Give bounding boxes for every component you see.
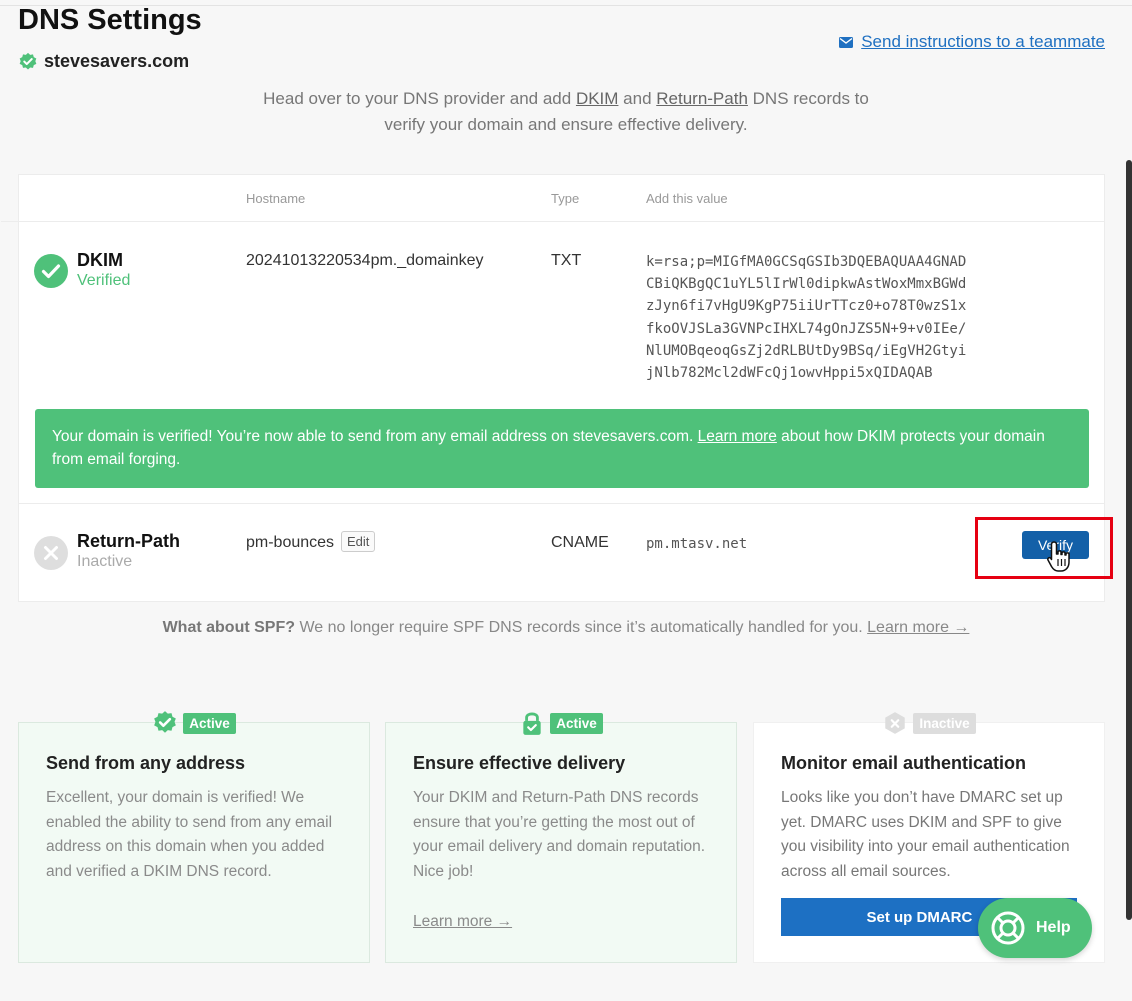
domain-name: stevesavers.com (44, 51, 190, 71)
scrollbar[interactable] (1126, 160, 1132, 920)
feature-text: Looks like you don’t have DMARC set up y… (781, 789, 1070, 880)
spf-learn-more-link[interactable]: Learn more → (867, 619, 969, 636)
dkim-status: Verified (77, 272, 131, 289)
feature-text: Your DKIM and Return-Path DNS records en… (413, 789, 706, 880)
active-badge: Active (550, 712, 603, 734)
feature-card-delivery: Active Ensure effective delivery Your DK… (385, 712, 737, 963)
banner-learn-more-link[interactable]: Learn more (698, 428, 777, 445)
verified-badge-icon (154, 711, 177, 733)
feature-card-send: Active Send from any address Excellent, … (18, 711, 370, 963)
return-path-link[interactable]: Return-Path (656, 89, 748, 108)
shield-x-icon (885, 712, 906, 734)
envelope-icon (839, 36, 854, 48)
verified-badge-icon (19, 52, 37, 69)
table-header: Hostname Type Add this value (19, 175, 1104, 222)
send-instructions-label: Send instructions to a teammate (861, 32, 1105, 51)
inactive-badge: Inactive (913, 712, 976, 734)
active-badge: Active (183, 712, 236, 734)
dkim-type: TXT (551, 252, 582, 269)
spf-note-text: We no longer require SPF DNS records sin… (295, 619, 868, 636)
row-divider (1, 221, 19, 222)
dns-records-card: Hostname Type Add this value DKIM Verifi… (1, 174, 1105, 602)
dkim-value[interactable]: k=rsa;p=MIGfMA0GCSqGSIb3DQEBAQUAA4GNAD C… (646, 251, 966, 384)
feature-status: Active (19, 710, 369, 736)
intro-and: and (618, 89, 657, 108)
feature-status: Inactive (754, 710, 1104, 736)
verified-banner: Your domain is verified! You’re now able… (35, 409, 1089, 488)
feature-text: Excellent, your domain is verified! We e… (46, 789, 333, 880)
col-hostname: Hostname (246, 191, 306, 206)
col-value: Add this value (646, 191, 728, 206)
x-circle-icon (34, 536, 68, 570)
return-path-hostname[interactable]: pm-bounces (246, 534, 334, 552)
lifebuoy-icon (991, 911, 1025, 945)
lock-icon (523, 712, 541, 735)
edit-hostname-button[interactable]: Edit (341, 531, 376, 552)
col-type: Type (551, 191, 580, 206)
feature-title: Ensure effective delivery (413, 753, 626, 773)
page-title: DNS Settings (18, 4, 202, 36)
intro-line2: verify your domain and ensure effective … (384, 115, 748, 134)
hand-cursor-icon (1047, 541, 1070, 572)
feature-title: Monitor email authentication (781, 753, 1027, 773)
dkim-record-name: DKIM (77, 250, 123, 270)
return-path-status: Inactive (77, 553, 133, 570)
return-path-type: CNAME (551, 534, 609, 551)
help-button[interactable]: Help (978, 898, 1092, 958)
dkim-hostname[interactable]: 20241013220534pm._domainkey (246, 252, 484, 270)
delivery-learn-more-link[interactable]: Learn more → (413, 913, 512, 931)
return-path-record-name: Return-Path (77, 531, 180, 551)
help-label: Help (1036, 919, 1071, 936)
check-circle-icon (34, 254, 68, 288)
intro-text: Head over to your DNS provider and add D… (0, 86, 1132, 138)
row-divider (19, 503, 1104, 504)
return-path-value[interactable]: pm.mtasv.net (646, 533, 747, 555)
intro-part2: DNS records to (747, 89, 869, 108)
feature-status: Active (386, 710, 736, 736)
spf-note-bold: What about SPF? (162, 619, 296, 636)
domain-row: stevesavers.com (18, 51, 189, 72)
dkim-link[interactable]: DKIM (576, 89, 619, 108)
send-instructions-link[interactable]: Send instructions to a teammate (839, 32, 1105, 52)
banner-text-1: Your domain is verified! You’re now able… (52, 428, 698, 445)
feature-title: Send from any address (46, 753, 246, 773)
intro-part1: Head over to your DNS provider and add (263, 89, 576, 108)
spf-note: What about SPF? We no longer require SPF… (0, 619, 1132, 637)
